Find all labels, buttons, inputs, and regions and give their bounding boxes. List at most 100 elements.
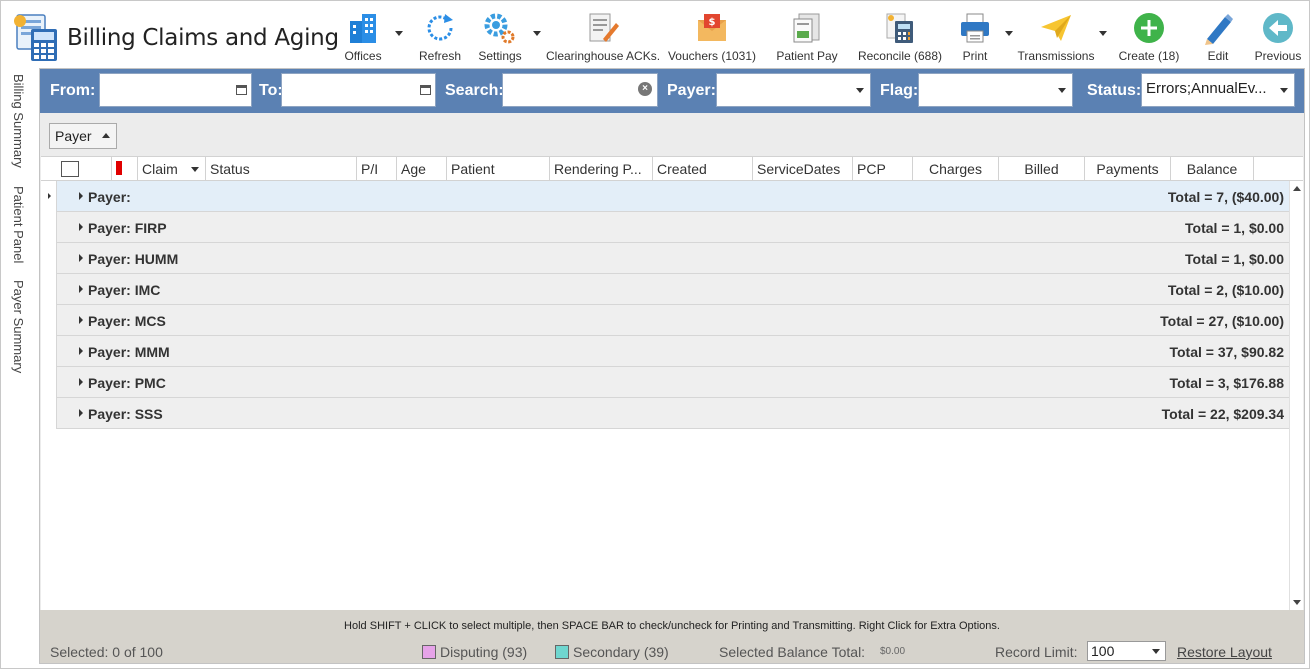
previous-button[interactable]: Previous [1249, 7, 1307, 65]
claims-grid: Claim Status P/I Age Patient Rendering P… [41, 156, 1303, 610]
main-panel: From: To: Search: × Payer: Flag: Status:… [39, 68, 1305, 664]
expand-icon[interactable] [79, 285, 83, 293]
vouchers-button[interactable]: $ Vouchers (1031) [667, 7, 757, 65]
column-service-dates[interactable]: ServiceDates [752, 157, 852, 181]
edit-button[interactable]: Edit [1195, 7, 1241, 65]
tab-billing-summary[interactable]: Billing Summary [11, 74, 26, 168]
plus-circle-icon [1134, 13, 1164, 43]
tab-patient-panel[interactable]: Patient Panel [11, 186, 26, 263]
expand-icon[interactable] [79, 254, 83, 262]
refresh-icon [427, 14, 453, 41]
group-row-payer-mcs[interactable]: Payer: MCS Total = 27, ($10.00) [57, 305, 1289, 336]
clear-icon[interactable]: × [638, 82, 652, 96]
scroll-down-icon[interactable] [1293, 600, 1301, 605]
chevron-down-icon [1152, 649, 1160, 654]
current-row-indicator-icon [48, 193, 51, 199]
transmissions-button[interactable]: Transmissions [1017, 7, 1111, 65]
column-created[interactable]: Created [652, 157, 752, 181]
offices-building-icon [350, 14, 376, 43]
record-limit-select[interactable]: 100 [1087, 641, 1166, 661]
column-status[interactable]: Status [205, 157, 356, 181]
secondary-legend: Secondary (39) [555, 644, 669, 660]
chevron-down-icon [1280, 88, 1288, 93]
status-label: Status: [1087, 82, 1142, 99]
search-label: Search: [445, 82, 504, 99]
expand-icon[interactable] [79, 409, 83, 417]
status-select[interactable]: Errors;AnnualEv... [1141, 73, 1295, 107]
calculator-icon [886, 13, 913, 43]
chevron-down-icon [1005, 31, 1013, 36]
column-payments[interactable]: Payments [1084, 157, 1170, 181]
column-charges[interactable]: Charges [912, 157, 998, 181]
column-billed[interactable]: Billed [998, 157, 1084, 181]
paper-plane-icon [1041, 15, 1071, 41]
vertical-scrollbar[interactable] [1289, 181, 1303, 610]
selected-balance-label: Selected Balance Total: [719, 644, 866, 660]
flag-label: Flag: [880, 82, 919, 99]
expand-icon[interactable] [79, 347, 83, 355]
svg-text:$: $ [709, 17, 716, 28]
select-all-checkbox[interactable] [61, 161, 79, 177]
column-flag[interactable] [111, 157, 137, 181]
expand-icon[interactable] [79, 378, 83, 386]
selected-count: Selected: 0 of 100 [50, 644, 163, 660]
from-label: From: [50, 82, 96, 99]
patient-pay-document-icon [793, 13, 820, 43]
restore-layout-link[interactable]: Restore Layout [1177, 644, 1272, 660]
row-selector-gutter [41, 181, 57, 429]
disputing-swatch [422, 645, 436, 659]
create-button[interactable]: Create (18) [1116, 7, 1182, 65]
patient-pay-button[interactable]: Patient Pay [773, 7, 841, 65]
group-row-payer-blank[interactable]: Payer: Total = 7, ($40.00) [57, 181, 1289, 212]
sort-ascending-icon [101, 133, 110, 138]
chevron-down-icon [1058, 88, 1066, 93]
payer-select[interactable] [716, 73, 871, 107]
group-row-payer-humm[interactable]: Payer: HUMM Total = 1, $0.00 [57, 243, 1289, 274]
column-rendering-provider[interactable]: Rendering P... [549, 157, 652, 181]
voucher-envelope-icon: $ [698, 14, 726, 41]
tab-payer-summary[interactable]: Payer Summary [11, 280, 26, 373]
column-balance[interactable]: Balance [1170, 157, 1253, 181]
calendar-icon[interactable] [420, 85, 431, 95]
group-by-payer-chip[interactable]: Payer [49, 123, 117, 149]
app-window: Billing Claims and Aging Offices Refresh [0, 0, 1310, 669]
group-row-payer-pmc[interactable]: Payer: PMC Total = 3, $176.88 [57, 367, 1289, 398]
column-age[interactable]: Age [396, 157, 446, 181]
column-spacer [1253, 157, 1289, 181]
column-patient[interactable]: Patient [446, 157, 549, 181]
search-input[interactable]: × [502, 73, 658, 107]
offices-button[interactable]: Offices [341, 7, 405, 65]
flag-select[interactable] [918, 73, 1073, 107]
app-title: Billing Claims and Aging [67, 25, 339, 51]
to-date-field[interactable] [281, 73, 436, 107]
printer-icon [961, 13, 989, 43]
payer-label: Payer: [667, 82, 716, 99]
disputing-legend: Disputing (93) [422, 644, 527, 660]
expand-icon[interactable] [79, 223, 83, 231]
from-date-field[interactable] [99, 73, 252, 107]
expand-icon[interactable] [79, 192, 83, 200]
pencil-icon [1205, 14, 1233, 45]
reconcile-button[interactable]: Reconcile (688) [855, 7, 945, 65]
column-pcp[interactable]: PCP [852, 157, 912, 181]
calendar-icon[interactable] [236, 85, 247, 95]
group-row-payer-mmm[interactable]: Payer: MMM Total = 37, $90.82 [57, 336, 1289, 367]
selected-balance-value: $0.00 [880, 646, 906, 657]
scroll-up-icon[interactable] [1293, 186, 1301, 191]
settings-button[interactable]: Settings [475, 7, 543, 65]
print-button[interactable]: Print [953, 7, 1015, 65]
chevron-down-icon [1099, 31, 1107, 36]
to-label: To: [259, 82, 283, 99]
record-limit-label: Record Limit: [995, 644, 1078, 660]
refresh-button[interactable]: Refresh [415, 7, 465, 65]
document-edit-icon [589, 13, 619, 42]
group-row-payer-imc[interactable]: Payer: IMC Total = 2, ($10.00) [57, 274, 1289, 305]
flag-icon [116, 161, 122, 175]
group-row-payer-firp[interactable]: Payer: FIRP Total = 1, $0.00 [57, 212, 1289, 243]
column-pi[interactable]: P/I [356, 157, 396, 181]
chevron-down-icon [533, 31, 541, 36]
side-tabs: Billing Summary Patient Panel Payer Summ… [1, 68, 39, 668]
group-row-payer-sss[interactable]: Payer: SSS Total = 22, $209.34 [57, 398, 1289, 429]
clearinghouse-acks-button[interactable]: Clearinghouse ACKs. [546, 7, 660, 65]
expand-icon[interactable] [79, 316, 83, 324]
